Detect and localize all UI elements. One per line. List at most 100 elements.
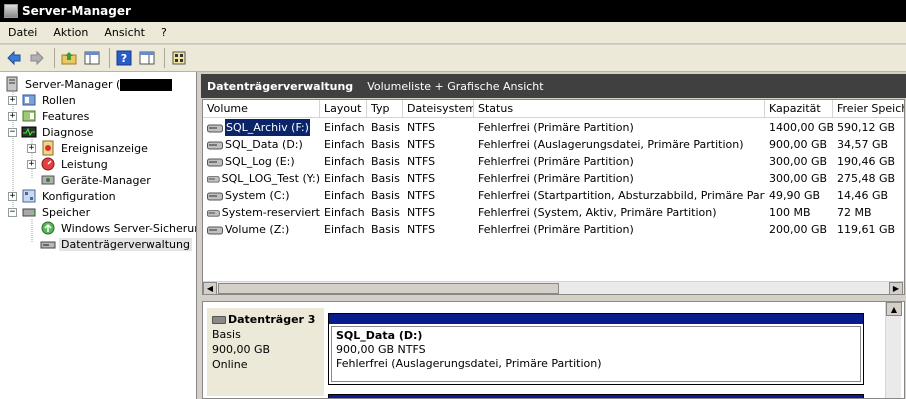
- toolbar-separator: [54, 48, 55, 68]
- cell-freier-speicher: 275,48 GB: [837, 172, 896, 185]
- back-arrow-icon[interactable]: [4, 48, 24, 68]
- event-viewer-icon: [40, 140, 56, 156]
- cell-volume: SQL_LOG_Test (Y:): [203, 170, 320, 187]
- scroll-up-icon[interactable]: ▲: [886, 302, 902, 316]
- tree-label: Rollen: [42, 93, 76, 107]
- settings-icon[interactable]: [169, 48, 189, 68]
- disk-icon: [212, 315, 226, 324]
- tree-item-leistung[interactable]: + Leistung: [27, 156, 110, 172]
- performance-icon: [40, 156, 56, 172]
- cell-freier-speicher: 190,46 GB: [837, 155, 896, 168]
- cell-status: Fehlerfrei (System, Aktiv, Primäre Parti…: [478, 206, 717, 219]
- server-manager-icon: [4, 76, 20, 92]
- column-volume[interactable]: Volume: [203, 100, 320, 118]
- tree-item-ereignisanzeige[interactable]: + Ereignisanzeige: [27, 140, 150, 156]
- tree-label: Speicher: [42, 205, 91, 219]
- tree-item-speicher[interactable]: − Speicher: [8, 204, 92, 220]
- table-row[interactable]: SQL_Data (D:) Einfach Basis NTFS Fehlerfrei …: [203, 136, 904, 153]
- cell-kapazitaet: 1400,00 GB: [769, 121, 833, 134]
- expand-icon[interactable]: +: [8, 191, 17, 201]
- partition-status: Fehlerfrei (Auslagerungsdatei, Primäre P…: [336, 357, 602, 370]
- tree-item-konfiguration[interactable]: + Konfiguration: [8, 188, 118, 204]
- menu-bar: Datei Aktion Ansicht ?: [0, 22, 906, 44]
- cell-layout: Einfach: [324, 172, 365, 185]
- expand-icon[interactable]: +: [27, 143, 36, 153]
- snapin-subtitle: Volumeliste + Grafische Ansicht: [367, 79, 544, 93]
- tree-item-features[interactable]: + Features: [8, 108, 91, 124]
- disk-title: Datenträger 3: [212, 312, 319, 327]
- column-layout[interactable]: Layout: [320, 100, 367, 118]
- cell-volume: SQL_Data (D:): [203, 136, 320, 153]
- table-row[interactable]: System (C:) Einfach Basis NTFS Fehlerfrei (S…: [203, 187, 904, 204]
- tree-label: Geräte-Manager: [61, 173, 151, 187]
- partition-details: SQL_Data (D:) 900,00 GB NTFS Fehlerfrei …: [331, 326, 861, 382]
- cell-typ: Basis: [371, 223, 400, 236]
- disk-info-panel[interactable]: Datenträger 3 Basis 900,00 GB Online: [207, 308, 324, 396]
- pane-splitter[interactable]: [199, 296, 906, 300]
- up-folder-icon[interactable]: [59, 48, 79, 68]
- cell-volume: SQL_Archiv (F:): [203, 119, 320, 136]
- scroll-right-icon[interactable]: ▶: [889, 282, 903, 294]
- volume-name: System (C:): [225, 189, 290, 202]
- partition-block[interactable]: SQL_Data (D:) 900,00 GB NTFS Fehlerfrei …: [328, 313, 864, 385]
- toolbar-separator: [164, 48, 165, 68]
- volume-icon: [207, 141, 223, 149]
- expand-icon[interactable]: +: [27, 159, 36, 169]
- toolbar: ?: [0, 45, 906, 72]
- graphical-disk-view: Datenträger 3 Basis 900,00 GB Online SQL…: [202, 301, 905, 399]
- menu-ansicht[interactable]: Ansicht: [96, 26, 153, 39]
- scrollbar-thumb[interactable]: [218, 283, 559, 294]
- tree-item-windows-server-sicherung[interactable]: Windows Server-Sicherung: [40, 220, 196, 236]
- volume-icon: [207, 175, 220, 183]
- tree-item-rollen[interactable]: + Rollen: [8, 92, 78, 108]
- tree-item-diagnose[interactable]: − Diagnose: [8, 124, 95, 140]
- column-dateisystem[interactable]: Dateisystem: [403, 100, 474, 118]
- cell-kapazitaet: 900,00 GB: [769, 138, 828, 151]
- disk-management-icon: [40, 236, 56, 252]
- menu-aktion[interactable]: Aktion: [45, 26, 96, 39]
- cell-kapazitaet: 300,00 GB: [769, 172, 828, 185]
- table-row[interactable]: SQL_Archiv (F:) Einfach Basis NTFS Fehlerfre…: [203, 119, 904, 136]
- cell-typ: Basis: [371, 138, 400, 151]
- expand-icon[interactable]: +: [8, 111, 17, 121]
- horizontal-scrollbar[interactable]: ◀ ▶: [203, 281, 904, 294]
- tree-label: Ereignisanzeige: [61, 141, 148, 155]
- properties-icon[interactable]: [137, 48, 157, 68]
- cell-layout: Einfach: [324, 121, 365, 134]
- cell-volume: Volume (Z:): [203, 221, 320, 238]
- svg-text:?: ?: [121, 52, 127, 65]
- column-typ[interactable]: Typ: [367, 100, 403, 118]
- help-icon[interactable]: ?: [114, 48, 134, 68]
- table-row[interactable]: System-reserviert Einfach Basis NTFS Fehlerf…: [203, 204, 904, 221]
- scroll-left-icon[interactable]: ◀: [203, 282, 217, 294]
- show-hide-tree-icon[interactable]: [82, 48, 102, 68]
- collapse-icon[interactable]: −: [8, 127, 17, 137]
- menu-help[interactable]: ?: [153, 26, 175, 39]
- volume-name: SQL_Log (E:): [225, 155, 295, 168]
- cell-typ: Basis: [371, 172, 400, 185]
- cell-freier-speicher: 72 MB: [837, 206, 872, 219]
- tree-item-datentraegerverwaltung[interactable]: Datenträgerverwaltung: [40, 236, 192, 252]
- storage-icon: [21, 204, 37, 220]
- column-kapazitaet[interactable]: Kapazität: [765, 100, 833, 118]
- cell-layout: Einfach: [324, 138, 365, 151]
- table-row[interactable]: SQL_Log (E:) Einfach Basis NTFS Fehlerfrei (…: [203, 153, 904, 170]
- cell-kapazitaet: 200,00 GB: [769, 223, 828, 236]
- column-freier-speicher[interactable]: Freier Speich: [833, 100, 904, 118]
- cell-freier-speicher: 590,12 GB: [837, 121, 896, 134]
- column-header-row: Volume Layout Typ Dateisystem Status Kap…: [203, 100, 904, 118]
- vertical-scrollbar[interactable]: ▲: [885, 302, 902, 398]
- expand-icon[interactable]: +: [8, 95, 17, 105]
- menu-datei[interactable]: Datei: [0, 26, 45, 39]
- collapse-icon[interactable]: −: [8, 207, 17, 217]
- cell-freier-speicher: 14,46 GB: [837, 189, 889, 202]
- table-row[interactable]: Volume (Z:) Einfach Basis NTFS Fehlerfrei (P…: [203, 221, 904, 238]
- tree-item-geraete-manager[interactable]: Geräte-Manager: [40, 172, 153, 188]
- column-status[interactable]: Status: [474, 100, 765, 118]
- table-row[interactable]: SQL_LOG_Test (Y:) Einfach Basis NTFS Fehlerf…: [203, 170, 904, 187]
- forward-arrow-icon[interactable]: [27, 48, 47, 68]
- cell-volume: System-reserviert: [203, 204, 320, 221]
- tree-item-server-manager[interactable]: Server-Manager (: [4, 76, 174, 92]
- volume-icon: [207, 209, 220, 217]
- title-bar: Server-Manager: [0, 0, 906, 22]
